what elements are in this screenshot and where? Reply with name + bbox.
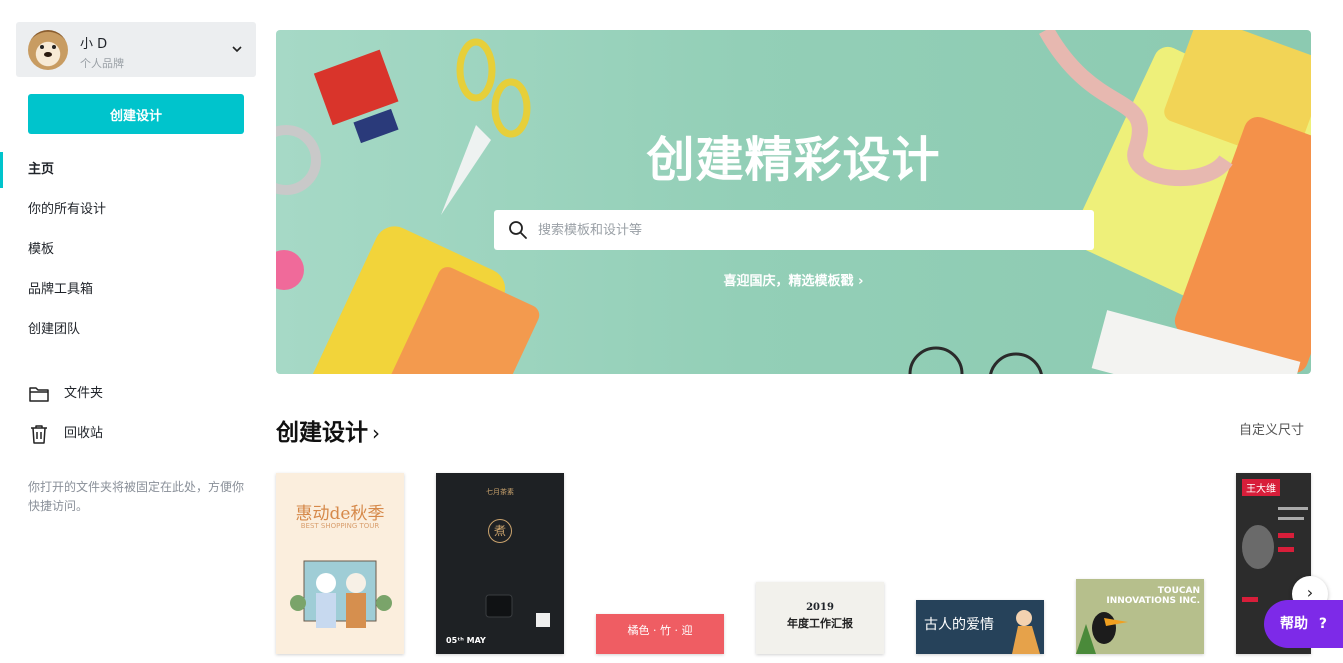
custom-size-link[interactable]: 自定义尺寸: [1239, 419, 1304, 438]
sidebar-item-templates[interactable]: 模板: [0, 230, 270, 270]
sidebar-item-label: 文件夹: [64, 386, 104, 401]
sidebar-nav: 主页 你的所有设计 模板 品牌工具箱 创建团队: [0, 150, 270, 350]
trash-icon: [31, 425, 47, 444]
card-illustration: [485, 594, 550, 627]
card-illustration: [290, 560, 392, 628]
card-text: TOUCAN: [1157, 586, 1200, 596]
design-card-presentation[interactable]: 2019 年度工作汇报: [756, 582, 884, 654]
account-subtitle: 个人品牌: [80, 57, 124, 70]
sidebar-item-trash[interactable]: 回收站: [0, 414, 270, 454]
design-card-banner[interactable]: 古人的爱情: [916, 600, 1044, 654]
folder-nav: 文件夹 回收站: [0, 374, 270, 454]
sidebar-item-create-team[interactable]: 创建团队: [0, 310, 270, 350]
card-illustration: [1012, 610, 1040, 654]
search-icon: [509, 221, 527, 239]
account-name: 小 D: [80, 37, 108, 52]
chevron-right-icon: ›: [372, 421, 380, 445]
card-text: 惠动de秋季: [295, 504, 385, 524]
card-text: 橘色 · 竹 · 迎: [627, 624, 693, 637]
sidebar-item-brand-kit[interactable]: 品牌工具箱: [0, 270, 270, 310]
create-design-section-title[interactable]: 创建设计 ›: [276, 413, 380, 447]
sidebar-item-all-designs[interactable]: 你的所有设计: [0, 190, 270, 230]
question-icon: ?: [1318, 616, 1327, 632]
card-text: 2019: [806, 602, 834, 613]
card-text: 05ᵗʰ MAY: [446, 636, 486, 645]
folder-hint: 你打开的文件夹将被固定在此处，方便你快捷访问。: [28, 480, 245, 513]
help-button[interactable]: 帮助 ?: [1264, 600, 1343, 648]
card-illustration: [1076, 612, 1128, 654]
search-box[interactable]: [494, 210, 1094, 250]
design-card-poster[interactable]: 七月茶素 煮 05ᵗʰ MAY: [436, 473, 564, 654]
decoration-illustration: [276, 30, 1311, 374]
design-card-banner[interactable]: 橘色 · 竹 · 迎: [596, 614, 724, 654]
section-title-text: 创建设计: [276, 420, 368, 446]
sidebar-item-label: 回收站: [64, 426, 104, 441]
create-design-button[interactable]: 创建设计: [28, 94, 244, 134]
folder-icon: [29, 387, 49, 402]
sidebar: 小 D 个人品牌 创建设计 主页 你的所有设计 模板 品牌工具箱 创建团队 文件…: [0, 0, 270, 663]
chevron-down-icon: [232, 46, 242, 53]
card-text: 七月茶素: [486, 488, 514, 496]
hero-banner: 创建精彩设计 喜迎国庆，精选模板戳 ›: [276, 30, 1311, 374]
card-text: 煮: [488, 519, 512, 543]
help-label: 帮助: [1280, 616, 1308, 632]
design-card-poster[interactable]: 惠动de秋季 BEST SHOPPING TOUR: [276, 473, 404, 654]
search-input[interactable]: [538, 210, 1078, 250]
avatar: [28, 30, 68, 70]
card-text: 王大维: [1242, 479, 1280, 496]
account-switcher[interactable]: 小 D 个人品牌: [16, 22, 256, 77]
card-text: 年度工作汇报: [787, 617, 853, 630]
design-card-presentation[interactable]: TOUCAN INNOVATIONS INC.: [1076, 579, 1204, 654]
sidebar-item-folders[interactable]: 文件夹: [0, 374, 270, 414]
card-text: BEST SHOPPING TOUR: [300, 522, 380, 530]
card-text: 古人的爱情: [924, 617, 994, 633]
sidebar-item-home[interactable]: 主页: [0, 150, 270, 190]
promo-link[interactable]: 喜迎国庆，精选模板戳 ›: [276, 270, 1311, 289]
hero-title: 创建精彩设计: [646, 132, 941, 188]
